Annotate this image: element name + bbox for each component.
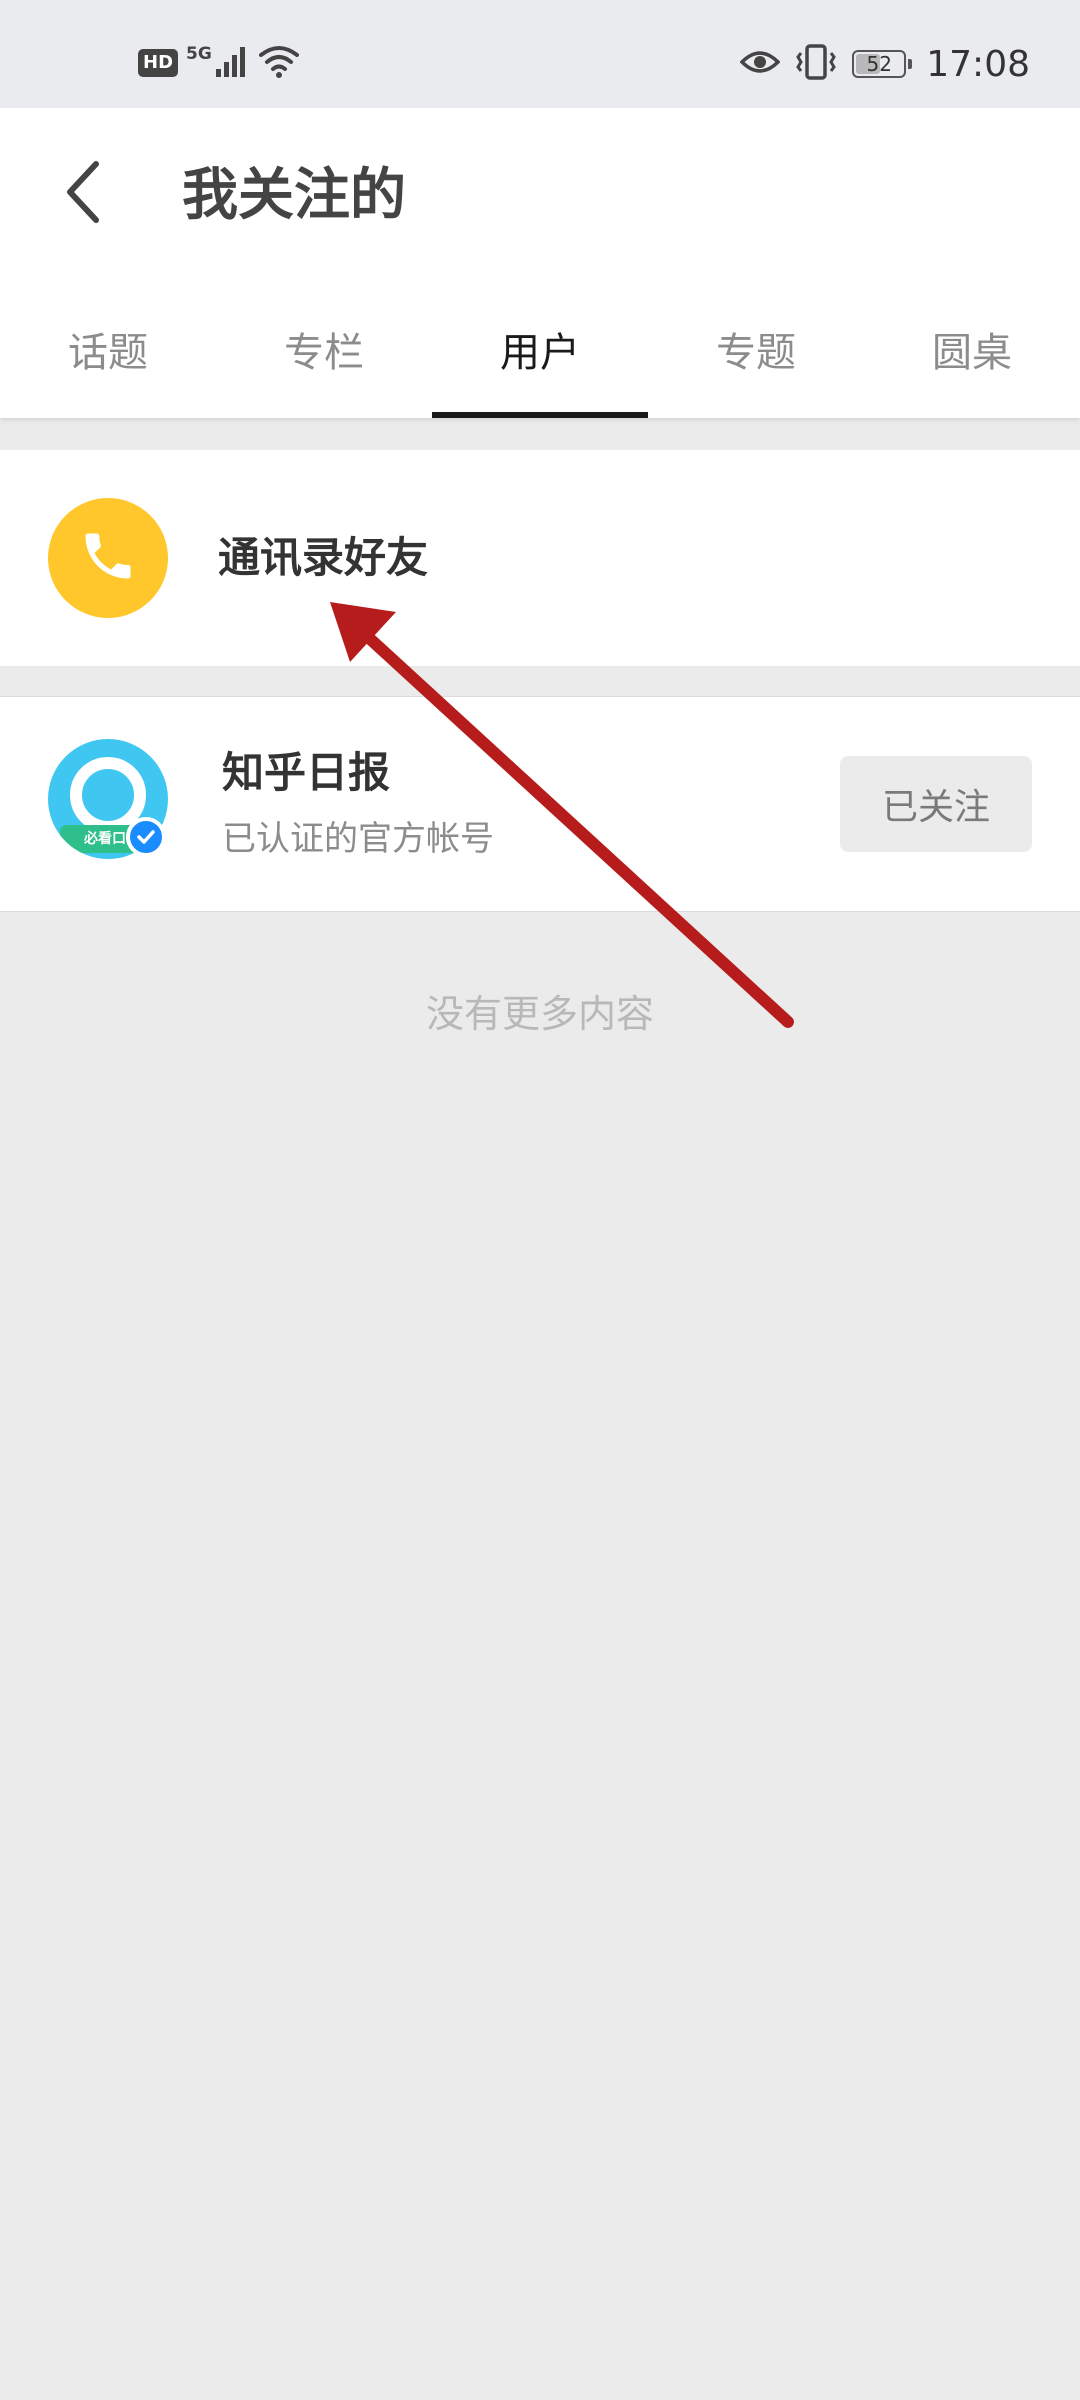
chevron-left-icon [62,160,102,228]
tab-bar: 话题 专栏 用户 专题 圆桌 [0,298,1080,418]
status-bar: HD 5G 52 17:08 [0,0,1080,108]
header: 我关注的 话题 专栏 用户 专题 圆桌 [0,108,1080,418]
vibrate-icon [794,44,838,84]
tab-roundtables[interactable]: 圆桌 [864,298,1080,418]
tab-users[interactable]: 用户 [432,298,648,418]
user-name: 知乎日报 [222,748,391,797]
battery-level-text: 52 [866,52,892,76]
user-list-item[interactable]: 必看口 知乎日报 已认证的官方帐号 已关注 [0,696,1080,912]
tab-columns[interactable]: 专栏 [216,298,432,418]
following-button[interactable]: 已关注 [840,756,1032,852]
user-description: 已认证的官方帐号 [222,819,494,859]
network-type-label: 5G [186,44,212,64]
tab-topics[interactable]: 话题 [0,298,216,418]
no-more-content-text: 没有更多内容 [425,992,654,1036]
contacts-friends-label: 通讯录好友 [218,533,429,582]
hd-badge: HD [138,49,179,77]
battery-indicator: 52 [852,50,913,78]
page-title: 我关注的 [182,163,406,228]
phone-avatar [48,498,168,618]
wifi-icon [258,43,300,83]
clock: 17:08 [926,43,1030,85]
eye-icon [739,47,781,81]
phone-icon [78,526,138,590]
status-right-group: 52 17:08 [739,38,1030,90]
signal-strength-icon [214,43,250,83]
contacts-friends-row[interactable]: 通讯录好友 [0,450,1080,666]
verified-icon [126,817,166,857]
status-left-group: HD 5G [138,44,300,82]
tab-specials[interactable]: 专题 [648,298,864,418]
back-button[interactable] [50,154,114,234]
